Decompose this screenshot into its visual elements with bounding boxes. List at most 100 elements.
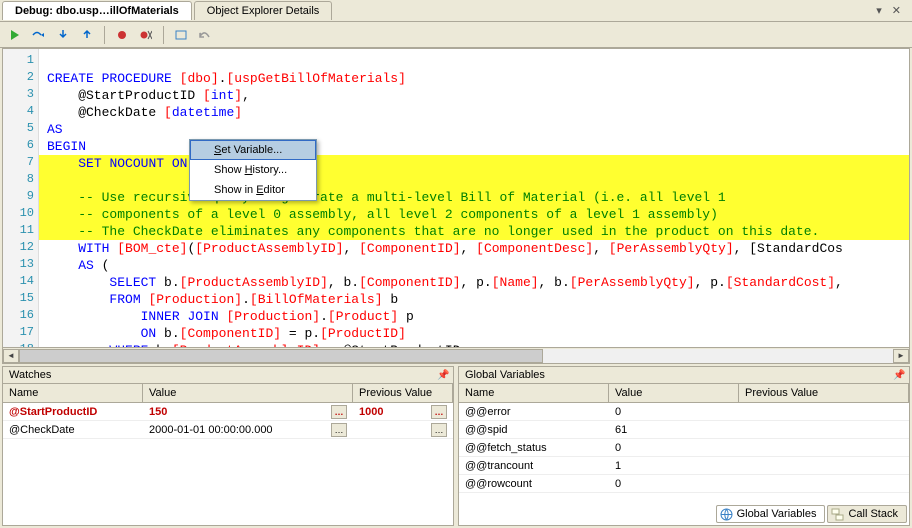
code-line[interactable]: SET NOCOUNT ON; <box>39 155 909 172</box>
menu-show-history[interactable]: Show History... <box>190 160 316 180</box>
code-line[interactable]: FROM [Production].[BillOfMaterials] b <box>39 291 909 308</box>
watch-name: @StartProductID <box>3 404 143 420</box>
globals-col-prev[interactable]: Previous Value <box>739 384 909 402</box>
global-name: @@trancount <box>459 458 609 474</box>
run-icon[interactable] <box>6 26 24 44</box>
step-out-icon[interactable] <box>78 26 96 44</box>
line-number: 6 <box>6 138 34 152</box>
line-number: 2 <box>6 70 34 84</box>
watches-col-name[interactable]: Name <box>3 384 143 402</box>
globals-headers: Name Value Previous Value <box>459 384 909 403</box>
global-prev <box>739 410 909 414</box>
tab-dropdown-icon[interactable]: ▾ <box>873 4 885 17</box>
global-value: 0 <box>609 476 739 492</box>
globals-col-value[interactable]: Value <box>609 384 739 402</box>
line-number: 17 <box>6 325 34 339</box>
code-line[interactable]: AS <box>39 121 909 138</box>
watch-prev: 1000… <box>353 403 453 421</box>
debug-toolbar <box>0 22 912 48</box>
toggle-breakpoint-icon[interactable] <box>113 26 131 44</box>
watches-col-value[interactable]: Value <box>143 384 353 402</box>
code-line[interactable]: -- Use recursive query to generate a mul… <box>39 189 909 206</box>
bottom-tab-callstack[interactable]: Call Stack <box>827 505 907 523</box>
code-line[interactable]: -- components of a level 0 assembly, all… <box>39 206 909 223</box>
menu-set-variable[interactable]: Set Variable... <box>190 140 316 160</box>
line-number-gutter: 123456789101112131415161718 <box>3 49 39 363</box>
undo-icon[interactable] <box>196 26 214 44</box>
edit-button[interactable]: … <box>331 405 347 419</box>
scroll-right-icon[interactable]: ► <box>893 349 909 363</box>
code-line[interactable]: CREATE PROCEDURE [dbo].[uspGetBillOfMate… <box>39 70 909 87</box>
watch-prev: … <box>353 421 453 439</box>
code-line[interactable]: @CheckDate [datetime] <box>39 104 909 121</box>
globals-tab-icon <box>720 508 733 521</box>
scroll-track[interactable] <box>19 349 893 363</box>
step-over-icon[interactable] <box>30 26 48 44</box>
context-menu: Set Variable... Show History... Show in … <box>189 139 317 201</box>
global-value: 0 <box>609 440 739 456</box>
editor-horizontal-scrollbar[interactable]: ◄ ► <box>3 347 909 363</box>
line-number: 16 <box>6 308 34 322</box>
global-row[interactable]: @@error0 <box>459 403 909 421</box>
edit-button[interactable]: … <box>331 423 347 437</box>
globals-title: Global Variables <box>465 369 545 381</box>
line-number: 8 <box>6 172 34 186</box>
tab-object-explorer-details[interactable]: Object Explorer Details <box>194 1 333 20</box>
new-query-icon[interactable] <box>172 26 190 44</box>
global-value: 61 <box>609 422 739 438</box>
global-prev <box>739 428 909 432</box>
code-editor[interactable]: 123456789101112131415161718 CREATE PROCE… <box>2 48 910 364</box>
line-number: 14 <box>6 274 34 288</box>
callstack-tab-icon <box>831 508 844 521</box>
global-row[interactable]: @@trancount1 <box>459 457 909 475</box>
code-line[interactable]: BEGIN <box>39 138 909 155</box>
line-number: 12 <box>6 240 34 254</box>
watch-value[interactable]: 150… <box>143 403 353 421</box>
tab-actions: ▾ ✕ <box>873 4 910 17</box>
line-number: 11 <box>6 223 34 237</box>
code-line[interactable]: @StartProductID [int], <box>39 87 909 104</box>
global-value: 1 <box>609 458 739 474</box>
code-line[interactable]: -- The CheckDate eliminates any componen… <box>39 223 909 240</box>
global-prev <box>739 464 909 468</box>
global-name: @@error <box>459 404 609 420</box>
bottom-tab-globals[interactable]: Global Variables <box>716 505 826 523</box>
clear-breakpoints-icon[interactable] <box>137 26 155 44</box>
line-number: 4 <box>6 104 34 118</box>
code-line[interactable]: SELECT b.[ProductAssemblyID], b.[Compone… <box>39 274 909 291</box>
document-tabstrip: Debug: dbo.usp…illOfMaterials Object Exp… <box>0 0 912 22</box>
scroll-thumb[interactable] <box>19 349 543 363</box>
pin-icon[interactable]: 📌 <box>437 370 447 380</box>
global-row[interactable]: @@fetch_status0 <box>459 439 909 457</box>
line-number: 1 <box>6 53 34 67</box>
code-body[interactable]: CREATE PROCEDURE [dbo].[uspGetBillOfMate… <box>39 49 909 347</box>
code-line[interactable] <box>39 53 909 70</box>
code-line[interactable]: ON b.[ComponentID] = p.[ProductID] <box>39 325 909 342</box>
bottom-tabstrip: Global Variables Call Stack <box>716 505 907 523</box>
edit-button[interactable]: … <box>431 405 447 419</box>
global-value: 0 <box>609 404 739 420</box>
globals-panel: Global Variables 📌 Name Value Previous V… <box>458 366 910 526</box>
step-into-icon[interactable] <box>54 26 72 44</box>
tab-close-icon[interactable]: ✕ <box>889 4 904 17</box>
line-number: 13 <box>6 257 34 271</box>
tab-debug-usp[interactable]: Debug: dbo.usp…illOfMaterials <box>2 1 192 20</box>
menu-show-in-editor[interactable]: Show in Editor <box>190 180 316 200</box>
watches-col-prev[interactable]: Previous Value <box>353 384 453 402</box>
code-line[interactable]: AS ( <box>39 257 909 274</box>
watch-row[interactable]: @CheckDate2000-01-01 00:00:00.000…… <box>3 421 453 439</box>
globals-col-name[interactable]: Name <box>459 384 609 402</box>
global-prev <box>739 446 909 450</box>
line-number: 10 <box>6 206 34 220</box>
watch-value[interactable]: 2000-01-01 00:00:00.000… <box>143 421 353 439</box>
global-row[interactable]: @@spid61 <box>459 421 909 439</box>
pin-icon[interactable]: 📌 <box>893 370 903 380</box>
global-row[interactable]: @@rowcount0 <box>459 475 909 493</box>
watch-row[interactable]: @StartProductID150…1000… <box>3 403 453 421</box>
code-line[interactable]: WITH [BOM_cte]([ProductAssemblyID], [Com… <box>39 240 909 257</box>
bottom-tab-globals-label: Global Variables <box>737 508 817 520</box>
code-line[interactable]: INNER JOIN [Production].[Product] p <box>39 308 909 325</box>
scroll-left-icon[interactable]: ◄ <box>3 349 19 363</box>
code-line[interactable] <box>39 172 909 189</box>
edit-button[interactable]: … <box>431 423 447 437</box>
